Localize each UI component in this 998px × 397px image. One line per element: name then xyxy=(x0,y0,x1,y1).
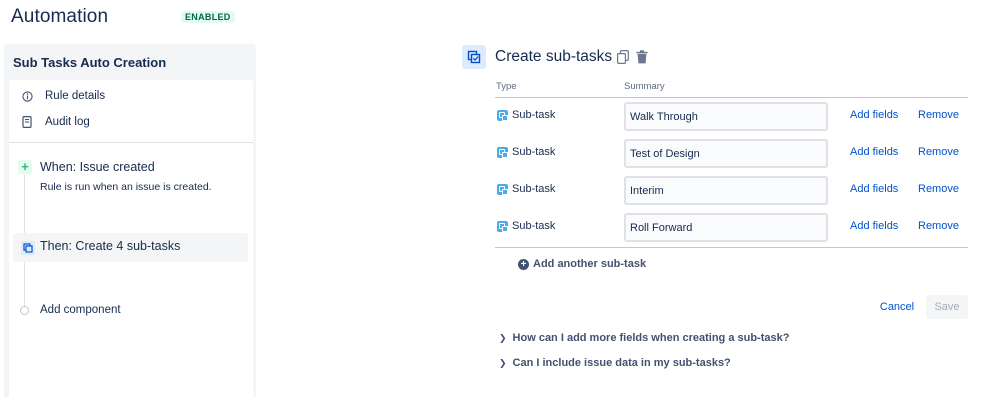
column-header-type: Type xyxy=(496,81,517,92)
subtasks-icon xyxy=(21,241,35,255)
action-title: Then: Create 4 sub-tasks xyxy=(40,239,181,253)
add-fields-link[interactable]: Add fields xyxy=(850,109,898,121)
faq-label: Can I include issue data in my sub-tasks… xyxy=(512,357,731,369)
subtask-icon xyxy=(497,146,508,158)
column-header-summary: Summary xyxy=(624,81,665,92)
add-subtask-button[interactable]: + Add another sub-task xyxy=(518,258,646,270)
remove-link[interactable]: Remove xyxy=(918,109,959,121)
remove-link[interactable]: Remove xyxy=(918,146,959,158)
faq-label: How can I add more fields when creating … xyxy=(512,332,790,344)
remove-link[interactable]: Remove xyxy=(918,183,959,195)
info-icon xyxy=(20,89,34,103)
type-label: Sub-task xyxy=(512,109,556,121)
faq-item[interactable]: ❯ Can I include issue data in my sub-tas… xyxy=(499,357,731,369)
copy-icon[interactable] xyxy=(617,50,629,69)
add-fields-link[interactable]: Add fields xyxy=(850,220,898,232)
nav-label: Audit log xyxy=(45,116,90,128)
component-title: Create sub-tasks xyxy=(495,48,613,65)
type-cell: Sub-task xyxy=(497,109,555,121)
page-title: Automation xyxy=(11,6,109,27)
table-row: Sub-task Add fields Remove xyxy=(495,172,968,209)
type-cell: Sub-task xyxy=(497,146,555,158)
chevron-right-icon: ❯ xyxy=(499,357,507,368)
nav-audit-log[interactable]: Audit log xyxy=(20,115,90,129)
subtask-icon xyxy=(497,220,508,232)
summary-input[interactable] xyxy=(624,102,828,131)
type-cell: Sub-task xyxy=(497,183,555,195)
add-subtask-label: Add another sub-task xyxy=(533,258,647,270)
subtask-icon xyxy=(497,183,508,195)
divider xyxy=(9,142,253,143)
plus-icon: + xyxy=(18,160,32,174)
add-circle-icon: + xyxy=(518,258,529,270)
nav-rule-details[interactable]: Rule details xyxy=(20,89,105,103)
faq-item[interactable]: ❯ How can I add more fields when creatin… xyxy=(499,332,789,344)
audit-log-icon xyxy=(20,115,34,129)
status-badge: ENABLED xyxy=(181,11,235,23)
rule-name: Sub Tasks Auto Creation xyxy=(13,55,167,70)
table-row: Sub-task Add fields Remove xyxy=(495,209,968,246)
table-row: Sub-task Add fields Remove xyxy=(495,135,968,172)
chevron-right-icon: ❯ xyxy=(499,332,507,343)
rule-card: Rule details Audit log + When: Issue cre… xyxy=(9,80,253,397)
trigger-title[interactable]: When: Issue created xyxy=(40,160,155,174)
rule-panel: Sub Tasks Auto Creation Rule details Aud… xyxy=(4,44,256,397)
action-create-subtasks[interactable]: Then: Create 4 sub-tasks xyxy=(13,233,248,262)
type-cell: Sub-task xyxy=(497,220,555,232)
add-component-dot-icon xyxy=(20,306,29,315)
subtasks-icon xyxy=(462,45,486,69)
type-label: Sub-task xyxy=(512,183,556,195)
delete-icon[interactable] xyxy=(636,50,648,69)
divider xyxy=(495,247,968,248)
summary-input[interactable] xyxy=(624,213,828,242)
table-row: Sub-task Add fields Remove xyxy=(495,98,968,135)
type-label: Sub-task xyxy=(512,146,556,158)
summary-input[interactable] xyxy=(624,139,828,168)
cancel-button[interactable]: Cancel xyxy=(876,295,918,319)
save-button[interactable]: Save xyxy=(926,295,968,319)
add-fields-link[interactable]: Add fields xyxy=(850,183,898,195)
remove-link[interactable]: Remove xyxy=(918,220,959,232)
summary-input[interactable] xyxy=(624,176,828,205)
trigger-description: Rule is run when an issue is created. xyxy=(40,181,212,193)
nav-label: Rule details xyxy=(45,90,106,102)
add-fields-link[interactable]: Add fields xyxy=(850,146,898,158)
subtask-icon xyxy=(497,109,508,121)
type-label: Sub-task xyxy=(512,220,556,232)
add-component-button[interactable]: Add component xyxy=(40,304,121,316)
